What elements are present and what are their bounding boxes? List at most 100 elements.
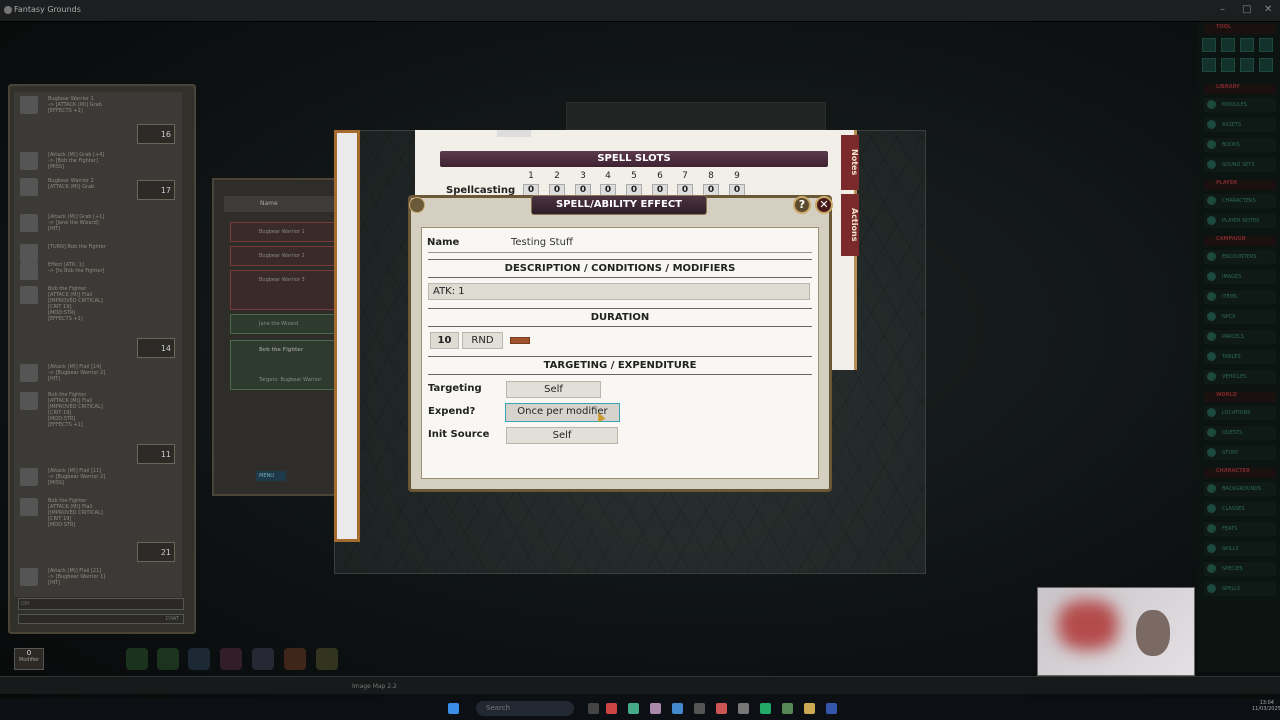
sidebar-item-feats[interactable]: FEATS: [1204, 522, 1276, 536]
targeting-value: Self: [544, 384, 563, 395]
tool-button-icon[interactable]: [1221, 58, 1235, 72]
sidebar-item-vehicles[interactable]: VEHICLES: [1204, 370, 1276, 384]
sidebar-item-npcs[interactable]: NPCS: [1204, 310, 1276, 324]
name-field[interactable]: Testing Stuff: [511, 237, 573, 248]
sidebar-item-encounters[interactable]: ENCOUNTERS: [1204, 250, 1276, 264]
maximize-icon[interactable]: □: [1242, 4, 1251, 15]
sidebar-item-assets[interactable]: ASSETS: [1204, 118, 1276, 132]
sidebar-item-species[interactable]: SPECIES: [1204, 562, 1276, 576]
init-source-select[interactable]: Self: [506, 427, 618, 444]
modifier-box[interactable]: 0 Modifier: [14, 648, 44, 670]
d12-icon[interactable]: [252, 648, 274, 670]
clock[interactable]: 13:04 11/03/2025: [1252, 700, 1280, 712]
targeting-select[interactable]: Self: [506, 381, 601, 398]
app4-icon[interactable]: [738, 703, 749, 714]
tab-notes[interactable]: Notes: [841, 135, 859, 190]
sidebar-item-tables[interactable]: TABLES: [1204, 350, 1276, 364]
tool-button-icon[interactable]: [1240, 38, 1254, 52]
tool-button-icon[interactable]: [1259, 58, 1273, 72]
sidebar-item-spells[interactable]: SPELLS: [1204, 582, 1276, 596]
app8-icon[interactable]: [826, 703, 837, 714]
tool-button-icon[interactable]: [1202, 58, 1216, 72]
sidebar-item-label: BOOKS: [1222, 142, 1240, 148]
slot-level: 2: [554, 171, 560, 181]
sidebar-item-icon: [1207, 140, 1216, 149]
tab-actions[interactable]: Actions: [841, 194, 859, 256]
d10-icon[interactable]: [220, 648, 242, 670]
ct-row-active[interactable]: Bob the Fighter Targets: Bugbear Warrior: [230, 340, 342, 390]
app5-icon[interactable]: [760, 703, 771, 714]
chat-avatar: [20, 498, 38, 516]
tab-notes-label: Notes: [850, 149, 859, 176]
tool-button-icon[interactable]: [1259, 38, 1273, 52]
effect-description-field[interactable]: ATK: 1: [428, 283, 810, 300]
sidebar-item-label: ITEMS: [1222, 294, 1238, 300]
sidebar-item-sound-sets[interactable]: SOUND SETS: [1204, 158, 1276, 172]
app3-icon[interactable]: [716, 703, 727, 714]
ct-row[interactable]: Jane the Wizard: [230, 314, 342, 334]
chat-entry-text: [TURN] Bob the Fighter: [48, 244, 106, 250]
sidebar-item-items[interactable]: ITEMS: [1204, 290, 1276, 304]
close-button[interactable]: ✕: [815, 196, 833, 214]
d4-icon[interactable]: [126, 648, 148, 670]
browser-icon[interactable]: [606, 703, 617, 714]
sidebar-section-header: TOOL: [1204, 24, 1276, 34]
expend-label: Expend?: [428, 406, 476, 417]
name-label: Name: [427, 237, 460, 248]
app6-icon[interactable]: [782, 703, 793, 714]
sidebar-item-icon: [1207, 352, 1216, 361]
chat-mode-select[interactable]: GM: [18, 598, 184, 610]
ct-row[interactable]: Bugbear Warrior 1: [230, 222, 342, 242]
hotkey-bar[interactable]: [0, 676, 1280, 694]
app7-icon[interactable]: [804, 703, 815, 714]
tool-button-icon[interactable]: [1221, 38, 1235, 52]
chat-input[interactable]: CHAT: [18, 614, 184, 624]
d100-icon[interactable]: [316, 648, 338, 670]
help-button[interactable]: ?: [793, 196, 811, 214]
app2-icon[interactable]: [694, 703, 705, 714]
sidebar-item-modules[interactable]: MODULES: [1204, 98, 1276, 112]
chat-avatar: [20, 286, 38, 304]
tool-button-icon[interactable]: [1240, 58, 1254, 72]
sidebar-item-classes[interactable]: CLASSES: [1204, 502, 1276, 516]
tool-button-icon[interactable]: [1202, 38, 1216, 52]
sidebar-item-story[interactable]: STORY: [1204, 446, 1276, 460]
sidebar-item-icon: [1207, 252, 1216, 261]
init-source-value: Self: [552, 430, 572, 441]
character-sheet-frame: [334, 130, 360, 542]
d8-icon[interactable]: [188, 648, 210, 670]
duration-value-field[interactable]: 10: [430, 332, 459, 349]
taskbar-search[interactable]: Search: [476, 701, 574, 716]
sidebar-item-quests[interactable]: QUESTS: [1204, 426, 1276, 440]
ct-row[interactable]: Bugbear Warrior 3: [230, 270, 342, 310]
webcam-blur: [1058, 600, 1118, 650]
sidebar-item-player-notes[interactable]: PLAYER NOTES: [1204, 214, 1276, 228]
sidebar-item-skills[interactable]: SKILLS: [1204, 542, 1276, 556]
task-view-icon[interactable]: [588, 703, 599, 714]
windows-start-icon[interactable]: [448, 703, 459, 714]
vscode-icon[interactable]: [672, 703, 683, 714]
d6-icon[interactable]: [157, 648, 179, 670]
ct-row[interactable]: Bugbear Warrior 2: [230, 246, 342, 266]
webcam-overlay: [1037, 587, 1195, 676]
dice-roll-icon[interactable]: [510, 337, 530, 344]
chat-entry-text: [Attack (M)] Flail [14] -> [Bugbear Warr…: [48, 364, 106, 382]
sidebar-item-locations[interactable]: LOCATIONS: [1204, 406, 1276, 420]
sidebar-item-label: NPCS: [1222, 314, 1236, 320]
duration-unit-select[interactable]: RND: [462, 332, 503, 349]
sidebar-item-icon: [1207, 272, 1216, 281]
app-icon-taskbar[interactable]: [650, 703, 661, 714]
sheet-field[interactable]: [497, 130, 531, 137]
chat-entry-text: [Attack (M)] Flail [21] -> [Bugbear Warr…: [48, 568, 106, 586]
sidebar-item-images[interactable]: IMAGES: [1204, 270, 1276, 284]
sidebar-item-books[interactable]: BOOKS: [1204, 138, 1276, 152]
sidebar-item-characters[interactable]: CHARACTERS: [1204, 194, 1276, 208]
image-toolbar[interactable]: [566, 102, 826, 130]
ct-menu-button[interactable]: MENU: [256, 471, 286, 481]
minimize-icon[interactable]: –: [1220, 4, 1225, 15]
close-window-icon[interactable]: ✕: [1264, 4, 1272, 15]
files-icon[interactable]: [628, 703, 639, 714]
sidebar-item-parcels[interactable]: PARCELS: [1204, 330, 1276, 344]
d20-icon[interactable]: [284, 648, 306, 670]
sidebar-item-backgrounds[interactable]: BACKGROUNDS: [1204, 482, 1276, 496]
